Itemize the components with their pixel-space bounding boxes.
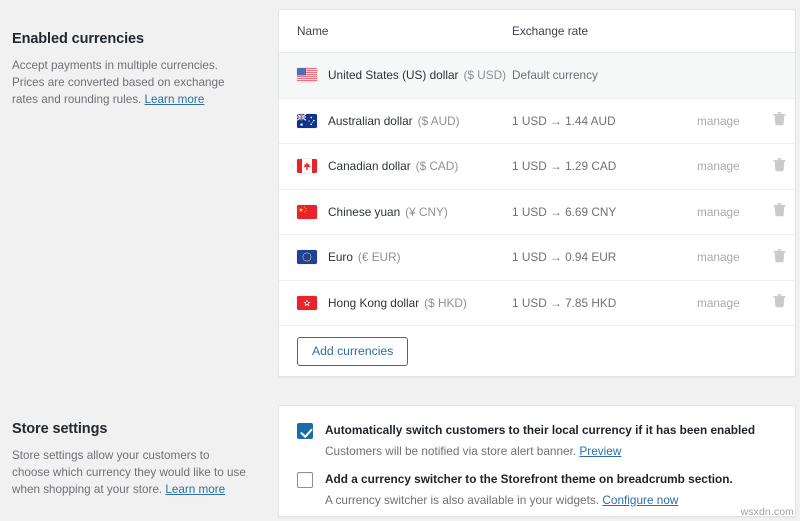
currency-code: ($ HKD) bbox=[424, 296, 467, 310]
store-settings-title: Store settings bbox=[12, 421, 262, 437]
trash-icon[interactable] bbox=[769, 203, 795, 220]
flag-hk-icon bbox=[297, 296, 317, 310]
currency-name-cell: Hong Kong dollar ($ HKD) bbox=[297, 296, 512, 310]
enabled-currencies-description: Accept payments in multiple currencies. … bbox=[12, 57, 250, 108]
flag-us-icon bbox=[297, 68, 317, 82]
trash-icon[interactable] bbox=[769, 158, 795, 175]
enabled-currencies-learn-more-link[interactable]: Learn more bbox=[145, 93, 205, 106]
currency-switcher-option: Add a currency switcher to the Storefron… bbox=[297, 471, 777, 508]
configure-now-link[interactable]: Configure now bbox=[602, 493, 678, 507]
currency-name: Euro bbox=[328, 250, 353, 264]
exchange-rate-value: 1 USD → 7.85 HKD bbox=[512, 296, 697, 310]
exchange-rate-value: 1 USD → 1.44 AUD bbox=[512, 114, 697, 128]
page-title: Enabled currencies bbox=[12, 31, 262, 47]
auto-switch-texts: Automatically switch customers to their … bbox=[325, 422, 755, 459]
currency-name: Hong Kong dollar bbox=[328, 296, 419, 310]
auto-switch-sub-text: Customers will be notified via store ale… bbox=[325, 444, 576, 458]
currency-table-header: Name Exchange rate bbox=[279, 10, 795, 53]
currency-code: (¥ CNY) bbox=[405, 205, 448, 219]
currency-name: United States (US) dollar bbox=[328, 68, 458, 82]
currency-switcher-sub: A currency switcher is also available in… bbox=[325, 492, 733, 508]
currency-switcher-sub-text: A currency switcher is also available in… bbox=[325, 493, 599, 507]
column-header-exchange-rate: Exchange rate bbox=[512, 24, 697, 38]
currency-name: Chinese yuan bbox=[328, 205, 400, 219]
flag-au-icon bbox=[297, 114, 317, 128]
currency-name-cell: Canadian dollar ($ CAD) bbox=[297, 159, 512, 173]
flag-eu-icon bbox=[297, 250, 317, 264]
table-row: United States (US) dollar ($ USD) Default … bbox=[279, 53, 795, 99]
table-row: Hong Kong dollar ($ HKD) 1 USD → 7.85 HKDm… bbox=[279, 281, 795, 327]
currency-code: ($ CAD) bbox=[416, 159, 459, 173]
manage-link[interactable]: manage bbox=[697, 114, 769, 128]
currency-name: Australian dollar bbox=[328, 114, 413, 128]
exchange-rate-value: 1 USD → 1.29 CAD bbox=[512, 159, 697, 173]
currency-name-cell: United States (US) dollar ($ USD) bbox=[297, 68, 512, 82]
flag-ca-icon bbox=[297, 159, 317, 173]
currency-switcher-texts: Add a currency switcher to the Storefron… bbox=[325, 471, 733, 508]
table-row: Euro (€ EUR) 1 USD → 0.94 EURmanage bbox=[279, 235, 795, 281]
add-currencies-button[interactable]: Add currencies bbox=[297, 337, 408, 366]
currency-name-cell: Euro (€ EUR) bbox=[297, 250, 512, 264]
enabled-currencies-panel: Name Exchange rate United States (US) do… bbox=[278, 9, 796, 377]
currency-code: ($ USD) bbox=[463, 68, 506, 82]
store-settings-intro: Store settings Store settings allow your… bbox=[12, 421, 262, 498]
exchange-rate-value: Default currency bbox=[512, 68, 697, 82]
manage-link[interactable]: manage bbox=[697, 159, 769, 173]
exchange-rate-value: 1 USD → 6.69 CNY bbox=[512, 205, 697, 219]
store-settings-description: Store settings allow your customers to c… bbox=[12, 447, 250, 498]
table-row: Chinese yuan (¥ CNY) 1 USD → 6.69 CNYmanag… bbox=[279, 190, 795, 236]
store-settings-panel: Automatically switch customers to their … bbox=[278, 405, 796, 517]
table-row: Australian dollar ($ AUD) 1 USD → 1.44 AUD… bbox=[279, 99, 795, 145]
auto-switch-option: Automatically switch customers to their … bbox=[297, 422, 777, 459]
trash-icon[interactable] bbox=[769, 294, 795, 311]
currency-name-cell: Chinese yuan (¥ CNY) bbox=[297, 205, 512, 219]
manage-link[interactable]: manage bbox=[697, 250, 769, 264]
currency-name-cell: Australian dollar ($ AUD) bbox=[297, 114, 512, 128]
currency-code: (€ EUR) bbox=[358, 250, 401, 264]
table-row: Canadian dollar ($ CAD) 1 USD → 1.29 CADma… bbox=[279, 144, 795, 190]
currency-name: Canadian dollar bbox=[328, 159, 411, 173]
currency-switcher-label: Add a currency switcher to the Storefron… bbox=[325, 471, 733, 487]
currency-switcher-checkbox[interactable] bbox=[297, 472, 313, 488]
manage-link[interactable]: manage bbox=[697, 296, 769, 310]
store-settings-learn-more-link[interactable]: Learn more bbox=[165, 483, 225, 496]
exchange-rate-value: 1 USD → 0.94 EUR bbox=[512, 250, 697, 264]
settings-page: Enabled currencies Accept payments in mu… bbox=[0, 0, 800, 521]
watermark: wsxdn.com bbox=[741, 506, 794, 518]
add-currencies-row: Add currencies bbox=[279, 326, 795, 376]
auto-switch-checkbox[interactable] bbox=[297, 423, 313, 439]
auto-switch-label: Automatically switch customers to their … bbox=[325, 422, 755, 438]
manage-link[interactable]: manage bbox=[697, 205, 769, 219]
flag-cn-icon bbox=[297, 205, 317, 219]
auto-switch-sub: Customers will be notified via store ale… bbox=[325, 443, 755, 459]
trash-icon[interactable] bbox=[769, 249, 795, 266]
preview-link[interactable]: Preview bbox=[579, 444, 621, 458]
currency-code: ($ AUD) bbox=[418, 114, 460, 128]
trash-icon[interactable] bbox=[769, 112, 795, 129]
currency-table-body: United States (US) dollar ($ USD) Default … bbox=[279, 53, 795, 326]
store-settings-options: Automatically switch customers to their … bbox=[279, 406, 795, 521]
column-header-name: Name bbox=[297, 24, 512, 38]
enabled-currencies-intro: Enabled currencies Accept payments in mu… bbox=[12, 31, 262, 108]
